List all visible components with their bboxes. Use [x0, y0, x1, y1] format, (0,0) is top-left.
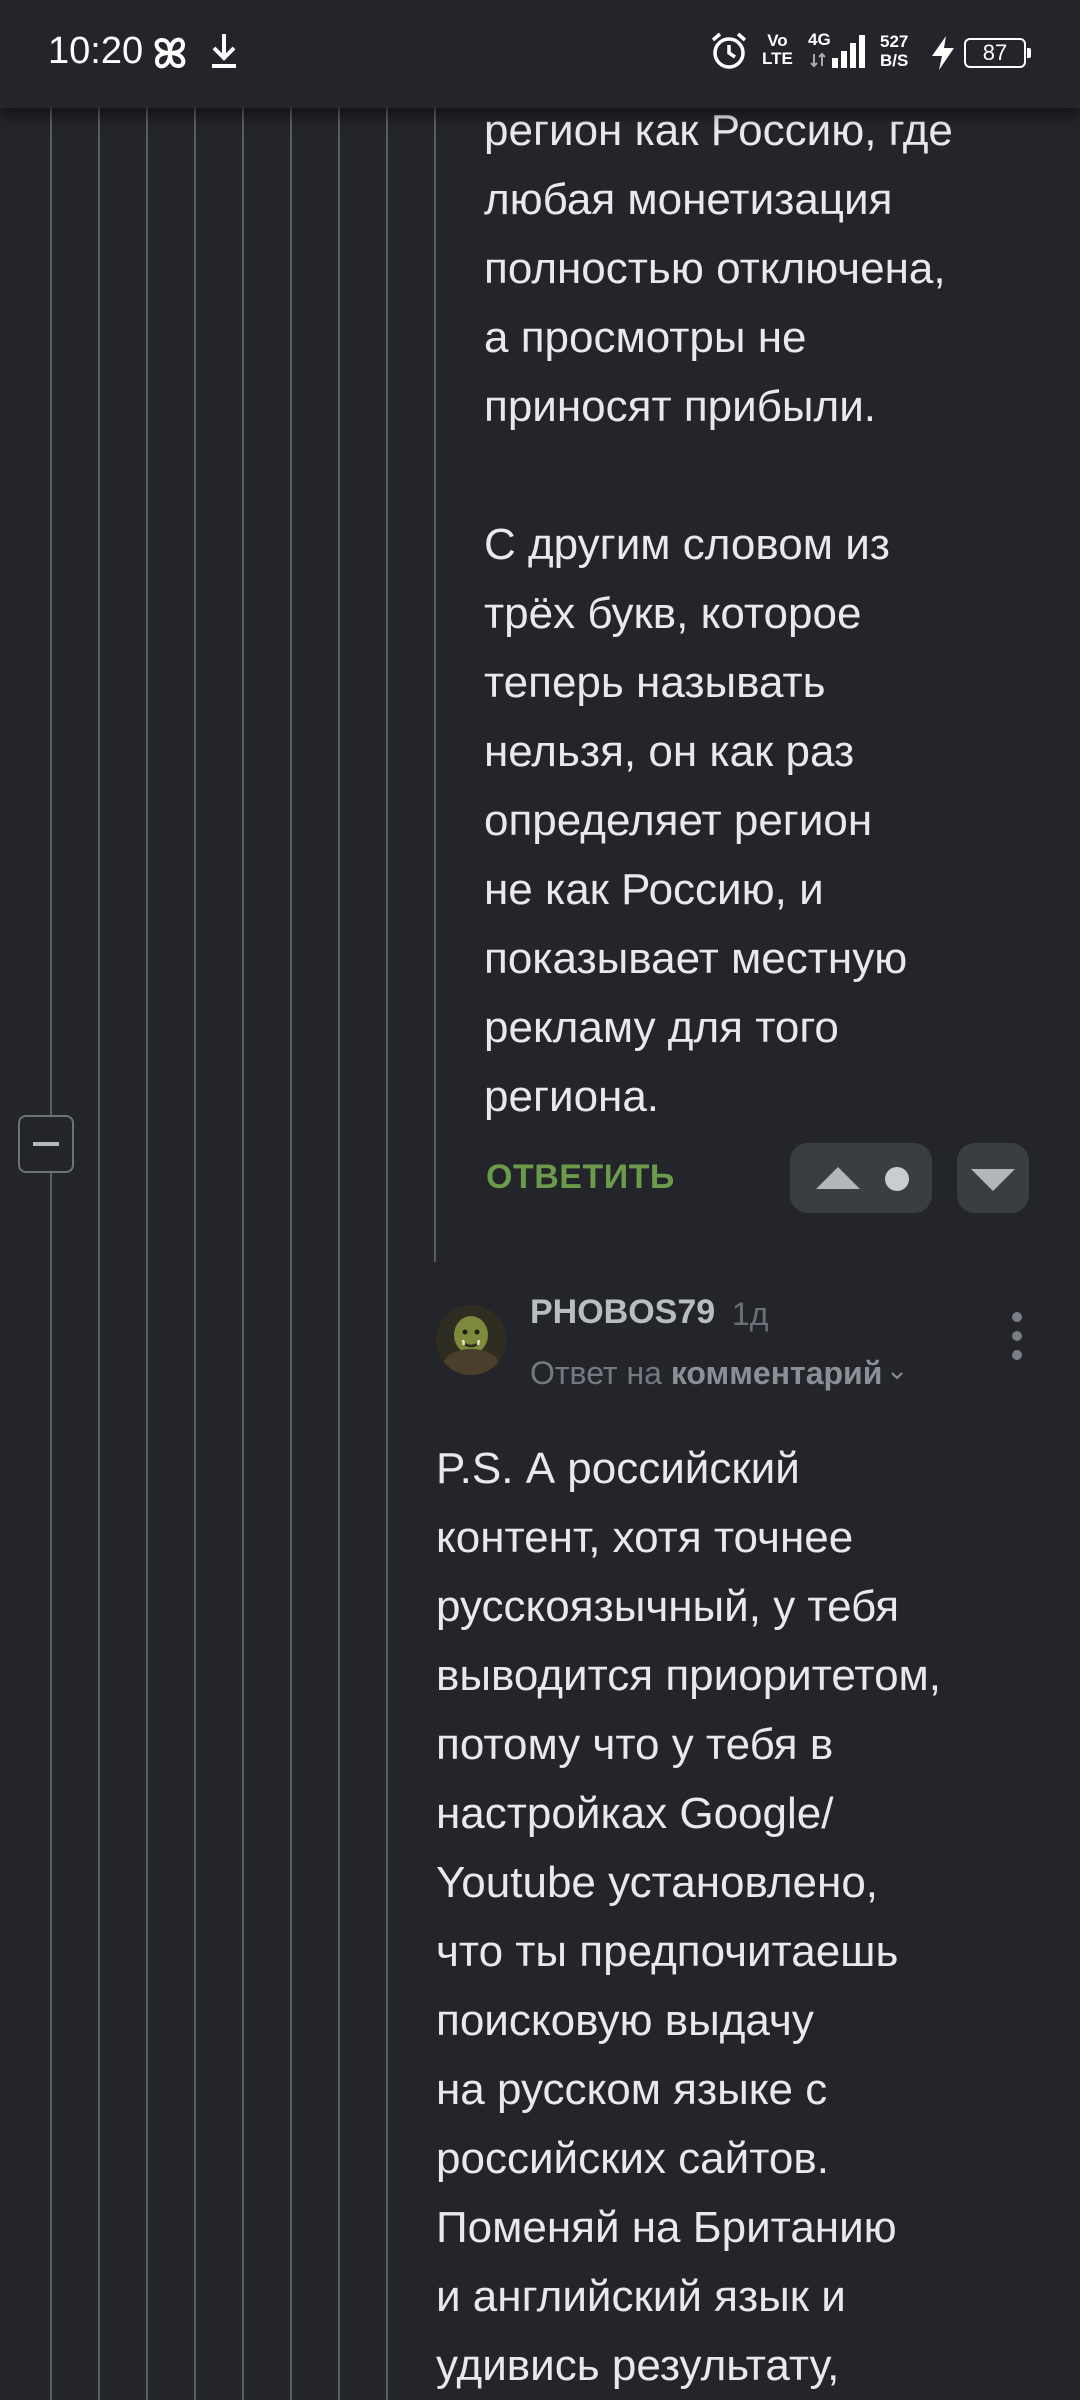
downvote-icon [971, 1169, 1015, 1191]
thread-line[interactable] [98, 100, 100, 2400]
chevron-down-icon [891, 1371, 904, 1379]
avatar-image [436, 1305, 506, 1375]
signal-icon [810, 35, 865, 68]
status-bar: 10:20 Vo LTE 4G 527 B/S 87 [0, 0, 1080, 108]
thread-line[interactable] [146, 100, 148, 2400]
charging-bolt-icon [932, 36, 954, 70]
comment-author[interactable]: PHOBOS79 [530, 1293, 715, 1332]
comment-time: 1д [732, 1296, 769, 1332]
avatar[interactable] [436, 1305, 506, 1375]
speed-unit: B/S [880, 51, 909, 70]
alarm-icon [711, 32, 747, 69]
thread-line[interactable] [194, 100, 196, 2400]
comments-screen: регион как Россию, где любая монетизация… [0, 0, 1080, 2400]
thread-line[interactable] [338, 100, 340, 2400]
speed-value: 527 [880, 32, 909, 51]
comment-text: регион как Россию, где любая монетизация… [484, 106, 953, 1121]
reply-to-target: комментарий [670, 1355, 883, 1391]
downvote-button[interactable] [957, 1143, 1029, 1213]
rating-group [790, 1143, 932, 1213]
volte-indicator: Vo LTE [762, 32, 793, 68]
pinwheel-icon [154, 37, 186, 69]
thread-line[interactable] [434, 100, 436, 1262]
network-speed: 527 B/S [880, 32, 908, 70]
status-time: 10:20 [48, 30, 144, 72]
rating-dot-icon [885, 1167, 909, 1191]
upvote-icon[interactable] [816, 1167, 860, 1189]
reply-to-link[interactable]: Ответ на комментарий [530, 1355, 904, 1392]
reply-button[interactable]: ОТВЕТИТЬ [486, 1158, 675, 1197]
collapse-thread-button[interactable] [18, 1115, 74, 1173]
comment-text: P.S. А российский контент, хотя точнее р… [436, 1444, 942, 2390]
thread-line[interactable] [50, 100, 52, 2400]
battery-icon: 87 [964, 38, 1031, 68]
thread-line[interactable] [386, 100, 388, 2400]
volte-bottom: LTE [762, 49, 793, 68]
thread-line[interactable] [290, 100, 292, 2400]
reply-to-prefix: Ответ на [530, 1355, 662, 1391]
more-options-icon[interactable] [1005, 1312, 1029, 1366]
volte-top: Vo [767, 31, 788, 50]
thread-line[interactable] [242, 100, 244, 2400]
download-icon [212, 34, 236, 68]
